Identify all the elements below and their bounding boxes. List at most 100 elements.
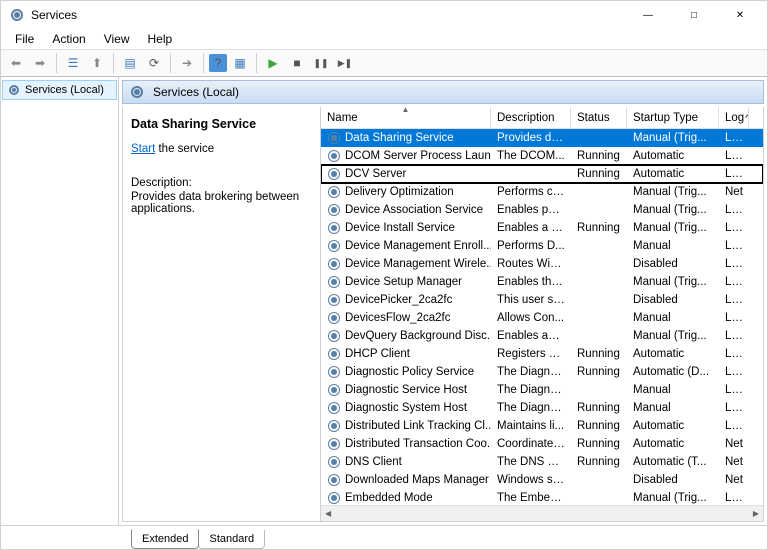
service-name: DevicePicker_2ca2fc bbox=[345, 294, 452, 306]
service-name: Downloaded Maps Manager bbox=[345, 474, 489, 486]
service-row[interactable]: DevicesFlow_2ca2fcAllows Con...ManualLoc bbox=[321, 309, 763, 327]
properties-button[interactable] bbox=[119, 52, 141, 74]
service-name: DCV Server bbox=[345, 168, 406, 180]
service-logon: Net bbox=[719, 438, 749, 450]
service-row[interactable]: DNS ClientThe DNS Cli...RunningAutomatic… bbox=[321, 453, 763, 471]
col-header-startup[interactable]: Startup Type bbox=[627, 107, 719, 128]
col-header-logon[interactable]: Log^ bbox=[719, 107, 749, 128]
sort-ascending-icon: ▲ bbox=[402, 107, 410, 114]
service-status: Running bbox=[571, 150, 627, 162]
service-logon: Loc bbox=[719, 258, 749, 270]
grid-body[interactable]: Data Sharing ServiceProvides da...Manual… bbox=[321, 129, 763, 505]
service-row[interactable]: DHCP ClientRegisters an...RunningAutomat… bbox=[321, 345, 763, 363]
service-row[interactable]: Data Sharing ServiceProvides da...Manual… bbox=[321, 129, 763, 147]
service-row[interactable]: Diagnostic System HostThe Diagno...Runni… bbox=[321, 399, 763, 417]
service-row[interactable]: Distributed Link Tracking Cl...Maintains… bbox=[321, 417, 763, 435]
service-row[interactable]: Distributed Transaction Coo...Coordinate… bbox=[321, 435, 763, 453]
service-row[interactable]: Delivery OptimizationPerforms co...Manua… bbox=[321, 183, 763, 201]
scroll-right-icon[interactable]: ▶ bbox=[749, 509, 763, 518]
service-gear-icon bbox=[327, 239, 341, 253]
service-description: The DNS Cli... bbox=[491, 456, 571, 468]
tree-node-label: Services (Local) bbox=[25, 84, 104, 96]
service-name: Device Install Service bbox=[345, 222, 455, 234]
service-status: Running bbox=[571, 222, 627, 234]
tab-extended[interactable]: Extended bbox=[131, 529, 199, 549]
nav-back-button[interactable] bbox=[5, 52, 27, 74]
show-hide-tree-button[interactable] bbox=[62, 52, 84, 74]
action-pane-button[interactable] bbox=[229, 52, 251, 74]
services-node-icon bbox=[7, 83, 21, 97]
minimize-button[interactable]: — bbox=[625, 1, 671, 29]
service-row[interactable]: Diagnostic Policy ServiceThe Diagno...Ru… bbox=[321, 363, 763, 381]
up-level-button[interactable] bbox=[86, 52, 108, 74]
start-service-line: Start the service bbox=[131, 143, 312, 155]
services-app-icon bbox=[9, 7, 25, 23]
service-row[interactable]: Embedded ModeThe Embed...Manual (Trig...… bbox=[321, 489, 763, 505]
service-gear-icon bbox=[327, 401, 341, 415]
service-gear-icon bbox=[327, 455, 341, 469]
service-description: Enables a c... bbox=[491, 222, 571, 234]
close-button[interactable]: ✕ bbox=[717, 1, 763, 29]
service-name: Data Sharing Service bbox=[345, 132, 454, 144]
description-label: Description: bbox=[131, 177, 312, 189]
service-gear-icon bbox=[327, 149, 341, 163]
service-startup: Manual (Trig... bbox=[627, 330, 719, 342]
service-gear-icon bbox=[327, 419, 341, 433]
col-header-status[interactable]: Status bbox=[571, 107, 627, 128]
service-row[interactable]: Device Association ServiceEnables pair..… bbox=[321, 201, 763, 219]
maximize-button[interactable]: □ bbox=[671, 1, 717, 29]
services-grid: ▲Name Description Status Startup Type Lo… bbox=[321, 107, 763, 521]
service-gear-icon bbox=[327, 329, 341, 343]
service-logon: Loc bbox=[719, 168, 749, 180]
horizontal-scrollbar[interactable]: ◀ ▶ bbox=[321, 505, 763, 521]
menu-view[interactable]: View bbox=[96, 30, 138, 48]
service-logon: Loc bbox=[719, 276, 749, 288]
service-row[interactable]: DCOM Server Process Laun...The DCOM...Ru… bbox=[321, 147, 763, 165]
restart-service-button[interactable] bbox=[334, 52, 356, 74]
scroll-left-icon[interactable]: ◀ bbox=[321, 509, 335, 518]
service-status: Running bbox=[571, 402, 627, 414]
service-description: Routes Wire... bbox=[491, 258, 571, 270]
service-row[interactable]: Device Management Wirele...Routes Wire..… bbox=[321, 255, 763, 273]
service-row[interactable]: DevQuery Background Disc...Enables app..… bbox=[321, 327, 763, 345]
start-service-button[interactable] bbox=[262, 52, 284, 74]
nav-forward-button[interactable] bbox=[29, 52, 51, 74]
col-header-name[interactable]: ▲Name bbox=[321, 107, 491, 128]
tab-standard[interactable]: Standard bbox=[198, 530, 265, 549]
refresh-button[interactable] bbox=[143, 52, 165, 74]
pause-service-button[interactable] bbox=[310, 52, 332, 74]
service-description: The Diagno... bbox=[491, 384, 571, 396]
service-row[interactable]: DCV ServerRunningAutomaticLoc bbox=[321, 165, 763, 183]
service-row[interactable]: Device Install Service Enables a c...Runn… bbox=[321, 219, 763, 237]
service-startup: Automatic (D... bbox=[627, 366, 719, 378]
detail-pane: Data Sharing Service Start the service D… bbox=[123, 107, 321, 521]
start-service-link[interactable]: Start bbox=[131, 143, 155, 155]
export-list-button[interactable] bbox=[176, 52, 198, 74]
service-name: DNS Client bbox=[345, 456, 402, 468]
grid-header: ▲Name Description Status Startup Type Lo… bbox=[321, 107, 763, 129]
tree-node-services-local[interactable]: Services (Local) bbox=[2, 80, 117, 100]
service-status: Running bbox=[571, 168, 627, 180]
service-name: DevQuery Background Disc... bbox=[345, 330, 491, 342]
stop-service-button[interactable] bbox=[286, 52, 308, 74]
service-gear-icon bbox=[327, 365, 341, 379]
service-row[interactable]: Device Setup ManagerEnables the ...Manua… bbox=[321, 273, 763, 291]
service-name: DCOM Server Process Laun... bbox=[345, 150, 491, 162]
service-startup: Disabled bbox=[627, 474, 719, 486]
service-gear-icon bbox=[327, 311, 341, 325]
menu-help[interactable]: Help bbox=[140, 30, 181, 48]
service-gear-icon bbox=[327, 131, 341, 145]
service-row[interactable]: Device Management Enroll...Performs D...… bbox=[321, 237, 763, 255]
service-startup: Manual (Trig... bbox=[627, 186, 719, 198]
menu-action[interactable]: Action bbox=[44, 30, 93, 48]
col-header-description[interactable]: Description bbox=[491, 107, 571, 128]
service-row[interactable]: Diagnostic Service HostThe Diagno...Manu… bbox=[321, 381, 763, 399]
service-row[interactable]: Downloaded Maps ManagerWindows se...Disa… bbox=[321, 471, 763, 489]
service-row[interactable]: DevicePicker_2ca2fcThis user se...Disabl… bbox=[321, 291, 763, 309]
help-button[interactable] bbox=[209, 54, 227, 72]
service-name: Device Management Wirele... bbox=[345, 258, 491, 270]
service-logon: Loc bbox=[719, 492, 749, 504]
service-logon: Net bbox=[719, 456, 749, 468]
menu-file[interactable]: File bbox=[7, 30, 42, 48]
service-gear-icon bbox=[327, 383, 341, 397]
